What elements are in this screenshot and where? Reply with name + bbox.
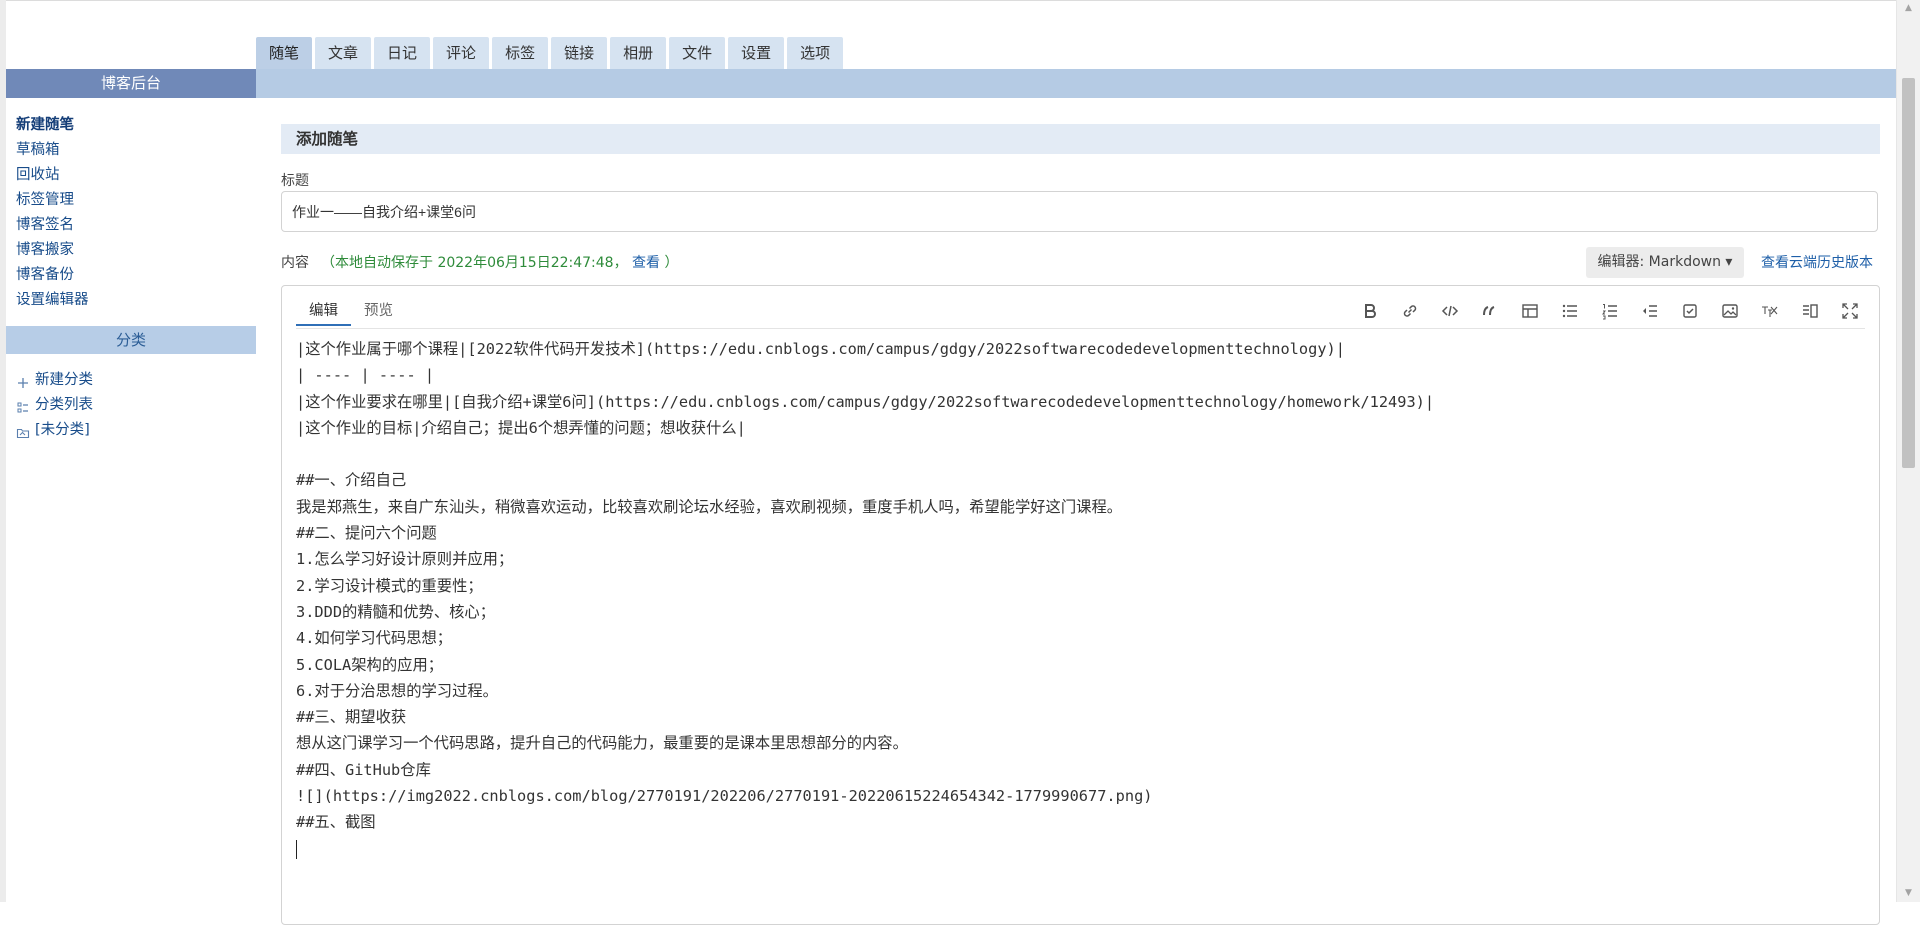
editor-line: ##二、提问六个问题	[296, 524, 437, 543]
sidebar-title: 博客后台	[6, 69, 256, 98]
editor-tabs-divider	[296, 328, 1865, 329]
window-left-border	[0, 0, 6, 902]
autosave-close: ）	[664, 255, 679, 271]
link-icon[interactable]	[1393, 298, 1427, 324]
category-item-label: 分类列表	[35, 397, 93, 413]
title-label: 标题	[281, 173, 309, 189]
editor-tab-edit[interactable]: 编辑	[296, 296, 351, 326]
editor-line: 想从这门课学习一个代码思路，提升自己的代码能力，最重要的是课本里思想部分的内容。	[296, 734, 908, 753]
markdown-editor: 编辑 预览 |这个作业属于哪个课程|[2022软件代码开发技术](https:/…	[281, 285, 1880, 925]
editor-line: ##五、截图	[296, 813, 376, 832]
editor-line: 1.怎么学习好设计原则并应用；	[296, 550, 514, 569]
tab-settings[interactable]: 设置	[728, 37, 785, 69]
tab-files[interactable]: 文件	[669, 37, 726, 69]
content-label: 内容	[281, 255, 309, 271]
category-menu: 新建分类 分类列表 [未分类]	[16, 368, 93, 443]
tab-options[interactable]: 选项	[787, 37, 844, 69]
sidebar-item-blog-signature[interactable]: 博客签名	[16, 213, 89, 238]
editor-line: ##四、GitHub仓库	[296, 760, 431, 779]
cloud-history-link[interactable]: 查看云端历史版本	[1761, 252, 1873, 272]
text-caret	[296, 839, 297, 859]
title-input[interactable]	[281, 191, 1878, 232]
split-view-icon[interactable]	[1793, 298, 1827, 324]
sidebar-item-editor-settings[interactable]: 设置编辑器	[16, 288, 89, 313]
sidebar-menu: 新建随笔 草稿箱 回收站 标签管理 博客签名 博客搬家 博客备份 设置编辑器	[16, 113, 89, 313]
add-post-header: 添加随笔	[281, 124, 1880, 154]
editor-line: 2.学习设计模式的重要性；	[296, 576, 483, 595]
content-label-row: 内容 （本地自动保存于 2022年06月15日22:47:48， 查看 ）	[281, 252, 679, 272]
editor-line: | ---- | ---- |	[296, 366, 435, 385]
category-title: 分类	[6, 326, 256, 354]
list-icon	[16, 399, 30, 413]
code-icon[interactable]	[1433, 298, 1467, 324]
editor-tab-preview[interactable]: 预览	[351, 296, 406, 326]
plus-icon	[16, 374, 30, 388]
editor-line: ##三、期望收获	[296, 708, 407, 727]
bold-icon[interactable]	[1353, 298, 1387, 324]
outdent-icon[interactable]	[1633, 298, 1667, 324]
editor-line: 4.如何学习代码思想；	[296, 629, 453, 648]
page-scrollbar[interactable]: ▲ ▼	[1896, 0, 1920, 902]
ordered-list-icon[interactable]	[1593, 298, 1627, 324]
header-band	[256, 69, 1897, 98]
tab-essay[interactable]: 随笔	[256, 37, 313, 69]
markdown-textarea[interactable]: |这个作业属于哪个课程|[2022软件代码开发技术](https://edu.c…	[296, 336, 1865, 862]
unordered-list-icon[interactable]	[1553, 298, 1587, 324]
sidebar-item-blog-migration[interactable]: 博客搬家	[16, 238, 89, 263]
sidebar-item-drafts[interactable]: 草稿箱	[16, 138, 89, 163]
editor-tabs: 编辑 预览	[296, 296, 406, 326]
top-nav-tabs: 随笔 文章 日记 评论 标签 链接 相册 文件 设置 选项	[256, 37, 844, 69]
tab-article[interactable]: 文章	[315, 37, 372, 69]
scrollbar-thumb[interactable]	[1902, 78, 1915, 468]
page-title: 添加随笔	[296, 130, 359, 148]
editor-line: |这个作业的目标|介绍自己；提出6个想弄懂的问题；想收获什么|	[296, 418, 746, 437]
window-top-border	[0, 0, 1920, 1]
scroll-up-arrow-icon[interactable]: ▲	[1897, 0, 1920, 17]
sidebar-item-blog-backup[interactable]: 博客备份	[16, 263, 89, 288]
autosave-view-link[interactable]: 查看	[632, 255, 660, 271]
editor-line: ![](https://img2022.cnblogs.com/blog/277…	[296, 787, 1153, 806]
tab-comments[interactable]: 评论	[433, 37, 490, 69]
fullscreen-icon[interactable]	[1833, 298, 1867, 324]
tab-album[interactable]: 相册	[610, 37, 667, 69]
editor-select[interactable]: 编辑器: Markdown ▾	[1586, 247, 1744, 278]
editor-line: |这个作业属于哪个课程|[2022软件代码开发技术](https://edu.c…	[296, 340, 1345, 358]
editor-line: 6.对于分治思想的学习过程。	[296, 681, 498, 700]
category-item-label: [未分类]	[35, 422, 90, 438]
task-list-icon[interactable]	[1673, 298, 1707, 324]
category-item-new[interactable]: 新建分类	[16, 368, 93, 393]
tab-diary[interactable]: 日记	[374, 37, 431, 69]
tab-tags[interactable]: 标签	[492, 37, 549, 69]
folder-icon	[16, 424, 30, 438]
sidebar-item-recycle-bin[interactable]: 回收站	[16, 163, 89, 188]
category-item-label: 新建分类	[35, 372, 93, 388]
quote-icon[interactable]	[1473, 298, 1507, 324]
editor-line: 3.DDD的精髓和优势、核心；	[296, 602, 496, 621]
editor-line: |这个作业要求在哪里|[自我介绍+课堂6问](https://edu.cnblo…	[296, 392, 1435, 411]
autosave-status: （本地自动保存于 2022年06月15日22:47:48， 查看 ）	[321, 252, 679, 272]
sidebar-item-new-post[interactable]: 新建随笔	[16, 113, 89, 138]
editor-caret-line	[296, 836, 1865, 862]
category-item-list[interactable]: 分类列表	[16, 393, 93, 418]
editor-toolbar	[1353, 298, 1867, 324]
tab-links[interactable]: 链接	[551, 37, 608, 69]
image-icon[interactable]	[1713, 298, 1747, 324]
scroll-down-arrow-icon[interactable]: ▼	[1897, 885, 1920, 902]
tex-icon[interactable]	[1753, 298, 1787, 324]
editor-line: 5.COLA架构的应用；	[296, 655, 444, 674]
editor-line: ##一、介绍自己	[296, 471, 407, 490]
autosave-text: （本地自动保存于 2022年06月15日22:47:48，	[321, 255, 628, 271]
sidebar-item-tag-management[interactable]: 标签管理	[16, 188, 89, 213]
editor-line: 我是郑燕生，来自广东汕头，稍微喜欢运动，比较喜欢刷论坛水经验，喜欢刷视频，重度手…	[296, 497, 1123, 516]
category-item-uncategorized[interactable]: [未分类]	[16, 418, 93, 443]
table-icon[interactable]	[1513, 298, 1547, 324]
